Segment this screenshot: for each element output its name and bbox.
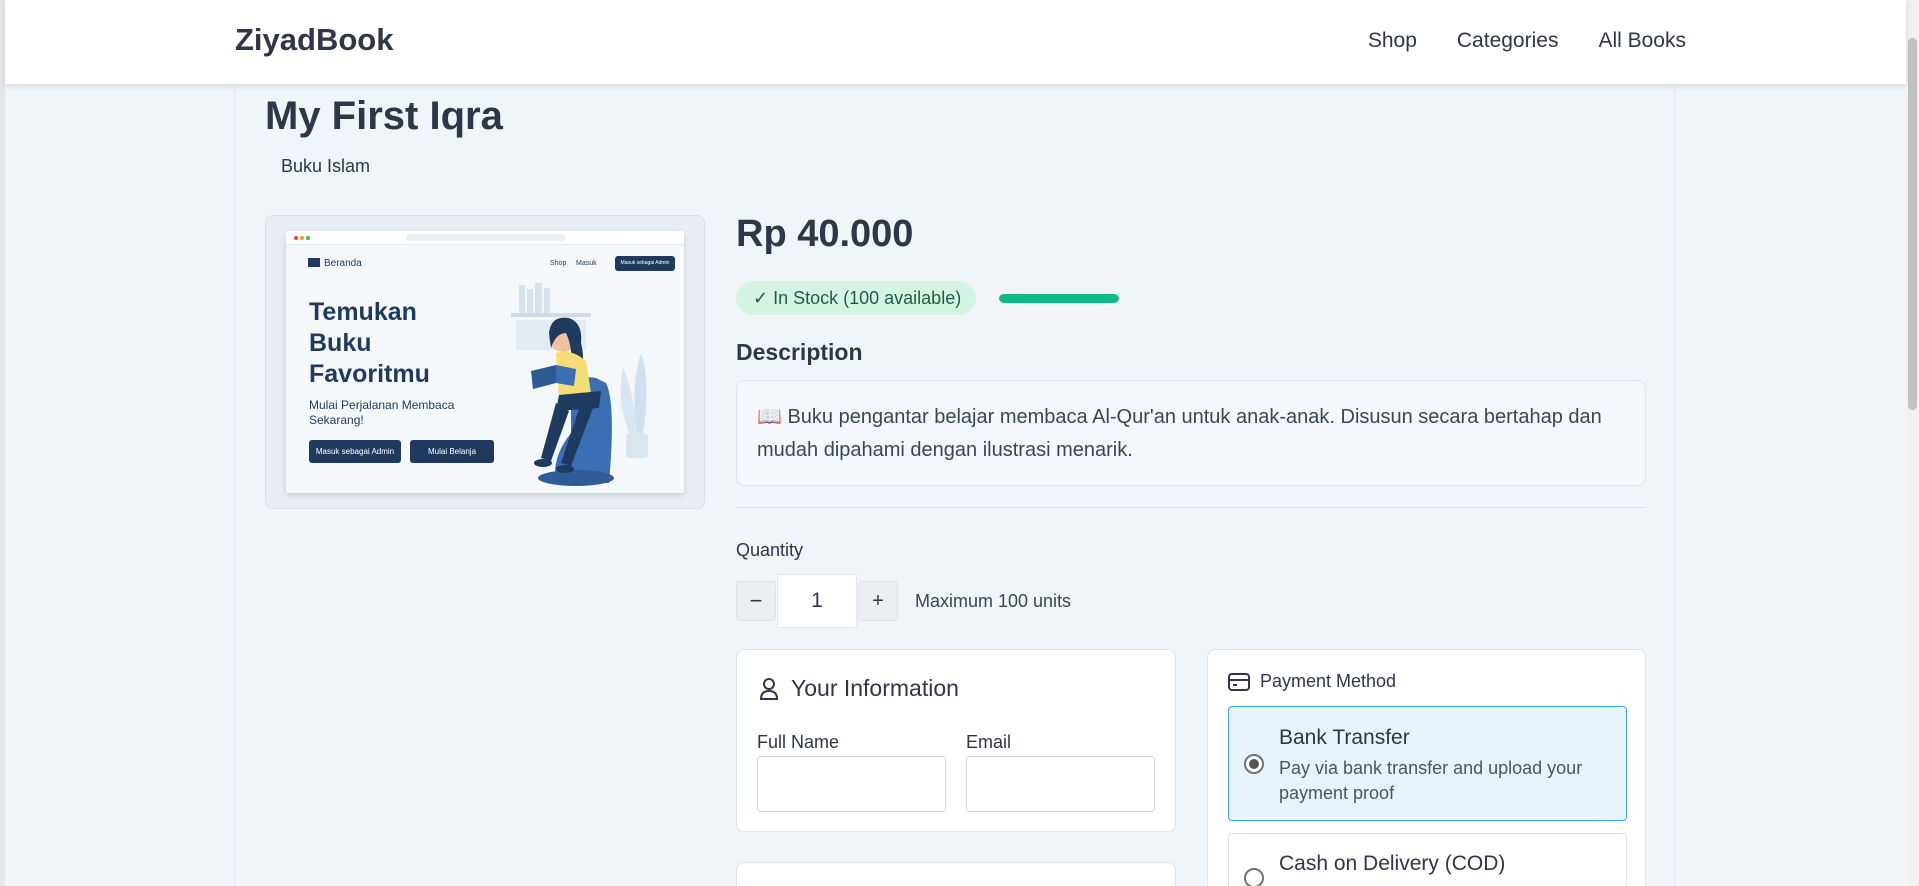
nav-links: Shop Categories All Books	[1368, 29, 1686, 53]
page-scrollbar[interactable]	[1906, 0, 1919, 886]
user-icon	[759, 677, 779, 700]
stock-level-fill	[999, 294, 1119, 303]
payment-method-title: Payment Method	[1228, 671, 1396, 692]
mock-button-shop: Mulai Belanja	[410, 440, 494, 463]
navbar: ZiyadBook Shop Categories All Books	[5, 0, 1906, 84]
your-information-card: Your Information Full Name Email	[736, 649, 1176, 832]
quantity-label: Quantity	[736, 540, 804, 560]
email-field[interactable]	[966, 756, 1155, 812]
nav-link-all-books[interactable]: All Books	[1598, 29, 1686, 53]
check-icon: ✓	[753, 288, 774, 308]
book-icon	[308, 258, 320, 267]
product-price: Rp 40.000	[736, 213, 914, 255]
mock-logo: Beranda	[308, 258, 362, 269]
mock-hero-title: Temukan Buku Favoritmu	[309, 298, 430, 388]
bank-transfer-description: Pay via bank transfer and upload your pa…	[1279, 758, 1583, 803]
nav-link-shop[interactable]: Shop	[1368, 29, 1417, 53]
stock-badge: ✓ In Stock (100 available)	[736, 281, 977, 315]
quantity-increase-button[interactable]: +	[858, 581, 898, 621]
mock-address-bar	[406, 234, 566, 241]
email-label: Email	[966, 732, 1012, 752]
payment-option-bank-transfer[interactable]: Bank Transfer Pay via bank transfer and …	[1228, 706, 1627, 821]
description-heading: Description	[736, 339, 863, 365]
mock-admin-button: Masuk sebagai Admin	[615, 256, 675, 271]
nav-link-categories[interactable]: Categories	[1457, 29, 1559, 53]
mock-logo-label: Beranda	[324, 258, 362, 269]
mock-dot-green	[306, 236, 310, 240]
brand-logo[interactable]: ZiyadBook	[235, 22, 393, 58]
cod-label: Cash on Delivery (COD)	[1279, 852, 1506, 875]
shipping-card	[736, 862, 1176, 886]
your-information-title: Your Information	[759, 675, 959, 702]
stock-label: In Stock (100 available)	[773, 288, 962, 308]
mock-nav-masuk: Masuk	[576, 260, 597, 267]
divider	[736, 507, 1646, 508]
mock-hero-subtitle: Mulai Perjalanan Membaca Sekarang!	[309, 398, 455, 427]
full-name-label: Full Name	[757, 732, 840, 752]
scrollbar-thumb[interactable]	[1908, 38, 1917, 410]
mock-nav-shop: Shop	[550, 260, 567, 267]
quantity-input[interactable]	[777, 574, 857, 628]
payment-method-label: Payment Method	[1260, 671, 1397, 691]
mock-dot-yellow	[300, 236, 304, 240]
page-title: My First Iqra	[265, 94, 503, 138]
product-image-card: Beranda Shop Masuk Masuk sebagai Admin T…	[265, 215, 705, 509]
product-detail: My First Iqra Buku Islam Beranda Shop Ma…	[234, 84, 1675, 886]
credit-card-icon	[1228, 672, 1250, 691]
mock-dot-red	[294, 236, 298, 240]
reading-woman-illustration	[511, 283, 648, 486]
radio-cod[interactable]	[1244, 868, 1264, 886]
full-name-field[interactable]	[757, 756, 946, 812]
your-information-label: Your Information	[791, 675, 959, 701]
radio-bank-transfer[interactable]	[1244, 754, 1264, 774]
payment-option-cod[interactable]: Cash on Delivery (COD)	[1228, 833, 1627, 886]
description-box: 📖 Buku pengantar belajar membaca Al-Qur'…	[736, 380, 1646, 486]
category-tag: Buku Islam	[281, 156, 371, 176]
payment-method-card: Payment Method Bank Transfer Pay via ban…	[1207, 649, 1646, 886]
stock-level-bar	[999, 294, 1119, 303]
quantity-max-note: Maximum 100 units	[915, 591, 1072, 611]
mock-button-admin: Masuk sebagai Admin	[309, 440, 401, 463]
quantity-decrease-button[interactable]: −	[736, 581, 776, 621]
mock-browser-bar	[286, 231, 684, 245]
bank-transfer-label: Bank Transfer	[1279, 726, 1410, 749]
product-image: Beranda Shop Masuk Masuk sebagai Admin T…	[286, 231, 684, 493]
